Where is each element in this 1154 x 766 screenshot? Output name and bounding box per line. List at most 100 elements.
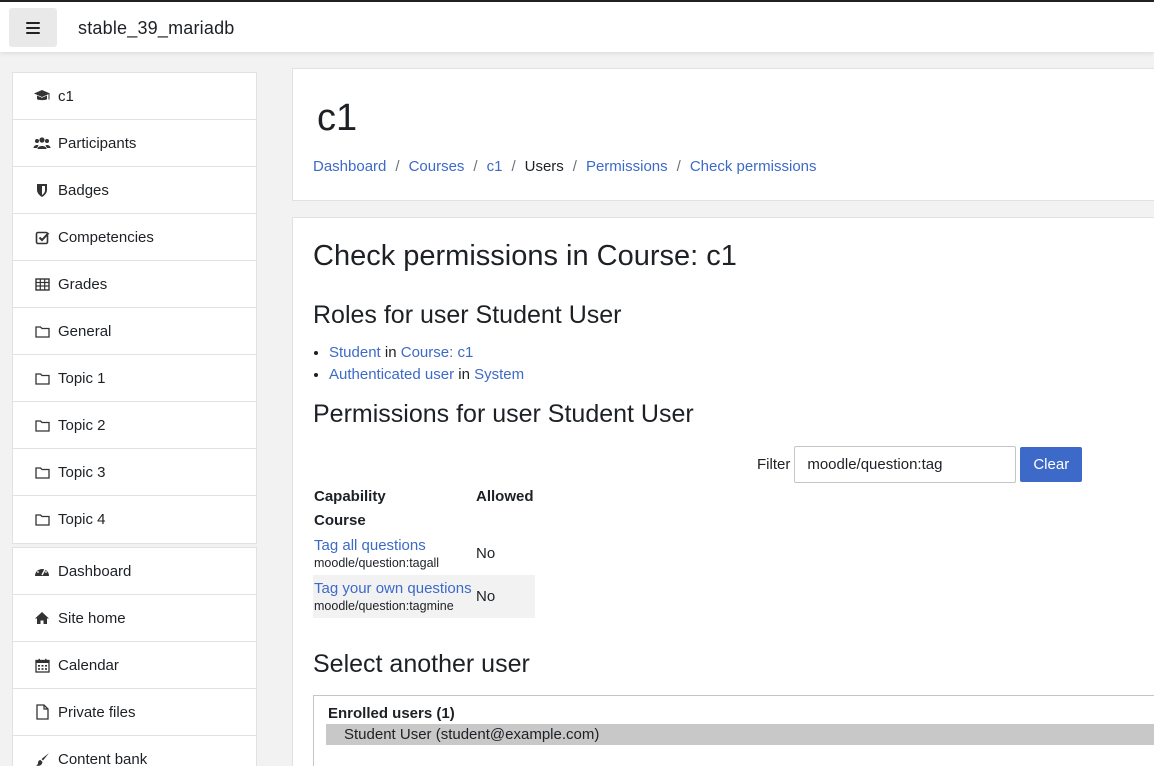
list-item: Authenticated user in System [329,364,524,386]
folder-icon [33,512,51,528]
column-header-capability: Capability [314,487,386,505]
top-navbar: stable_39_mariadb [0,0,1154,52]
breadcrumb-course[interactable]: c1 [487,158,503,175]
main-content: Check permissions in Course: c1 Roles fo… [292,217,1154,766]
context-name: Course [314,511,366,529]
sidebar-item-private-files[interactable]: Private files [13,689,256,736]
sidebar-item-label: Topic 3 [58,463,106,481]
context-row: Course [313,508,535,532]
sidebar-item-participants[interactable]: Participants [13,120,256,167]
breadcrumb-courses[interactable]: Courses [409,158,465,175]
sidebar-item-label: Site home [58,609,126,627]
sidebar-item-label: c1 [58,87,74,105]
sidebar-item-label: Grades [58,275,108,293]
allowed-value: No [475,575,535,618]
folder-icon [33,417,51,433]
table-row: Tag your own questions moodle/question:t… [313,575,535,618]
sidebar-item-label: Calendar [58,656,119,674]
sidebar-item-label: Dashboard [58,562,132,580]
role-in-text: in [384,344,397,361]
roles-heading: Roles for user Student User [313,301,622,329]
main-heading: Check permissions in Course: c1 [313,240,737,272]
sidebar-item-label: Badges [58,181,109,199]
capability-filter: Filter Clear [757,446,1083,483]
site-name[interactable]: stable_39_mariadb [78,18,235,39]
sidebar-item-label: Competencies [58,228,154,246]
shield-icon [33,182,51,198]
sidebar-item-label: General [58,322,112,340]
breadcrumb-separator: / [572,158,577,175]
sidebar-item-dashboard[interactable]: Dashboard [13,548,256,595]
capability-code: moodle/question:tagmine [314,599,454,613]
breadcrumb-dashboard[interactable]: Dashboard [313,158,386,175]
role-link[interactable]: Authenticated user [329,366,454,383]
folder-icon [33,370,51,386]
sidebar-item-label: Private files [58,703,136,721]
context-link[interactable]: System [474,366,524,383]
breadcrumb-check-permissions[interactable]: Check permissions [690,158,817,175]
sidebar-item-calendar[interactable]: Calendar [13,642,256,689]
select-user-heading: Select another user [313,650,530,678]
drawer-toggle-button[interactable] [9,8,57,47]
sidebar-item-topic-2[interactable]: Topic 2 [13,402,256,449]
user-option[interactable]: Student User (student@example.com) [326,724,1154,745]
breadcrumb-separator: / [395,158,400,175]
file-icon [33,704,51,720]
sidebar-item-topic-1[interactable]: Topic 1 [13,355,256,402]
sidebar-item-badges[interactable]: Badges [13,167,256,214]
capability-link[interactable]: Tag your own questions [314,579,474,598]
filter-input[interactable] [794,446,1017,483]
nav-drawer: c1 Participants Badges Competencies Grad… [0,52,277,766]
sidebar-item-grades[interactable]: Grades [13,261,256,308]
page-header: c1 Dashboard / Courses / c1 / Users / Pe… [292,68,1154,201]
sidebar-item-competencies[interactable]: Competencies [13,214,256,261]
role-link[interactable]: Student [329,344,381,361]
sidebar-item-topic-3[interactable]: Topic 3 [13,449,256,496]
table-icon [33,276,51,292]
graduation-cap-icon [33,88,51,104]
roles-list: Student in Course: c1 Authenticated user… [329,342,524,386]
context-link[interactable]: Course: c1 [401,344,474,361]
table-row: Tag all questions moodle/question:tagall… [313,532,535,575]
folder-icon [33,464,51,480]
site-nav-group: Dashboard Site home Calendar Private fil… [12,547,257,766]
sidebar-item-label: Topic 1 [58,369,106,387]
sidebar-item-general[interactable]: General [13,308,256,355]
check-square-icon [33,229,51,245]
paint-brush-icon [33,752,51,766]
tachometer-icon [33,563,51,579]
column-header-allowed: Allowed [476,487,534,505]
sidebar-item-label: Content bank [58,751,148,766]
course-nav-group: c1 Participants Badges Competencies Grad… [12,72,257,544]
sidebar-item-course[interactable]: c1 [13,73,256,120]
breadcrumb-separator: / [473,158,478,175]
hamburger-icon [26,21,40,34]
sidebar-item-label: Participants [58,134,137,152]
breadcrumb-separator: / [511,158,516,175]
breadcrumb-users: Users [524,158,564,175]
sidebar-item-label: Topic 2 [58,416,106,434]
capability-table: Capability Allowed Course Tag all questi… [313,484,535,618]
home-icon [33,610,51,626]
folder-icon [33,323,51,339]
clear-button[interactable]: Clear [1020,447,1083,482]
sidebar-item-site-home[interactable]: Site home [13,595,256,642]
breadcrumb-separator: / [676,158,681,175]
capability-code: moodle/question:tagall [314,556,440,570]
filter-label: Filter [757,456,791,473]
breadcrumb-permissions[interactable]: Permissions [586,158,668,175]
users-icon [33,135,51,151]
optgroup-label: Enrolled users (1) [328,705,455,722]
permissions-heading: Permissions for user Student User [313,400,694,428]
role-in-text: in [458,366,470,383]
sidebar-item-topic-4[interactable]: Topic 4 [13,496,256,543]
list-item: Student in Course: c1 [329,342,524,364]
sidebar-item-label: Topic 4 [58,511,106,528]
breadcrumb: Dashboard / Courses / c1 / Users / Permi… [313,158,817,175]
capability-link[interactable]: Tag all questions [314,536,474,555]
user-select-list[interactable]: Enrolled users (1) Student User (student… [313,695,1154,766]
page-title: c1 [317,97,358,139]
allowed-value: No [476,545,496,562]
sidebar-item-content-bank[interactable]: Content bank [13,736,256,766]
calendar-icon [33,657,51,673]
